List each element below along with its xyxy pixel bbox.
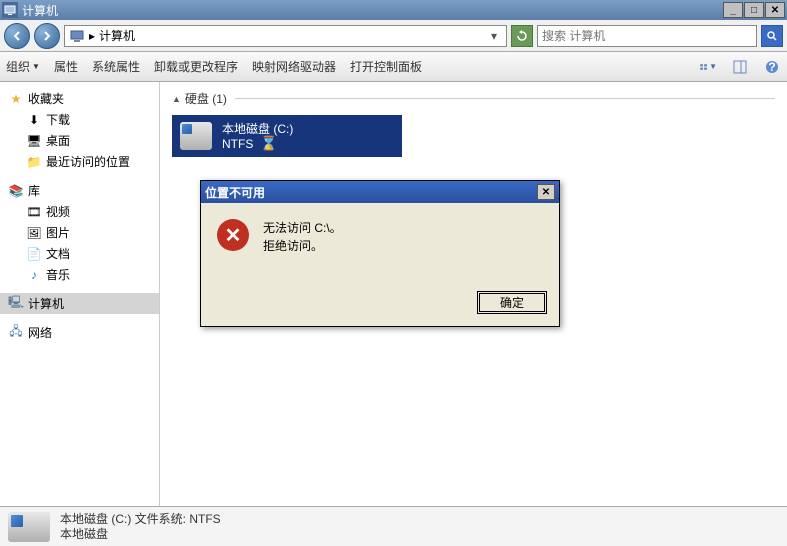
help-icon[interactable]: ? bbox=[763, 58, 781, 76]
dialog-ok-button[interactable]: 确定 bbox=[477, 291, 547, 314]
address-dropdown-icon[interactable]: ▾ bbox=[486, 29, 502, 43]
forward-button[interactable] bbox=[34, 23, 60, 49]
window-title: 计算机 bbox=[22, 2, 723, 19]
minimize-button[interactable]: _ bbox=[723, 2, 743, 18]
sidebar-recent[interactable]: 📁最近访问的位置 bbox=[0, 151, 159, 172]
picture-icon: 🖼 bbox=[26, 225, 42, 241]
music-icon: ♪ bbox=[26, 267, 42, 283]
status-hdd-icon bbox=[8, 512, 50, 542]
system-properties-button[interactable]: 系统属性 bbox=[92, 58, 140, 75]
drive-fs: NTFS bbox=[222, 137, 253, 151]
navigation-bar: ▸ 计算机 ▾ bbox=[0, 20, 787, 52]
close-button[interactable]: ✕ bbox=[765, 2, 785, 18]
computer-icon bbox=[2, 2, 18, 18]
dialog-line1: 无法访问 C:\。 bbox=[263, 219, 342, 237]
control-panel-button[interactable]: 打开控制面板 bbox=[350, 58, 422, 75]
address-text: 计算机 bbox=[99, 27, 486, 44]
dialog-close-button[interactable]: ✕ bbox=[537, 184, 555, 200]
properties-button[interactable]: 属性 bbox=[54, 58, 78, 75]
document-icon: 📄 bbox=[26, 246, 42, 262]
search-go-button[interactable] bbox=[761, 25, 783, 47]
window-titlebar: 计算机 _ □ ✕ bbox=[0, 0, 787, 20]
address-computer-icon bbox=[69, 28, 85, 44]
back-button[interactable] bbox=[4, 23, 30, 49]
dialog-line2: 拒绝访问。 bbox=[263, 237, 342, 255]
error-icon: ✕ bbox=[217, 219, 249, 251]
dialog-title: 位置不可用 bbox=[205, 184, 537, 201]
drive-name: 本地磁盘 (C:) bbox=[222, 122, 293, 136]
video-icon: 🎞 bbox=[26, 204, 42, 220]
status-line2: 本地磁盘 bbox=[60, 527, 221, 542]
status-line1: 本地磁盘 (C:) 文件系统: NTFS bbox=[60, 512, 221, 527]
sidebar-pictures[interactable]: 🖼图片 bbox=[0, 222, 159, 243]
search-bar[interactable] bbox=[537, 25, 757, 47]
sidebar-network[interactable]: 🖧网络 bbox=[0, 322, 159, 343]
download-icon: ⬇ bbox=[26, 112, 42, 128]
recent-icon: 📁 bbox=[26, 154, 42, 170]
sidebar-libraries[interactable]: 📚库 bbox=[0, 180, 159, 201]
sidebar-music[interactable]: ♪音乐 bbox=[0, 264, 159, 285]
error-dialog: 位置不可用 ✕ ✕ 无法访问 C:\。 拒绝访问。 确定 bbox=[200, 180, 560, 327]
dialog-message: 无法访问 C:\。 拒绝访问。 bbox=[263, 219, 342, 267]
sidebar-videos[interactable]: 🎞视频 bbox=[0, 201, 159, 222]
dialog-titlebar: 位置不可用 ✕ bbox=[201, 181, 559, 203]
drive-c[interactable]: 本地磁盘 (C:) NTFS ⌛ bbox=[172, 115, 402, 157]
svg-text:?: ? bbox=[768, 60, 775, 74]
preview-pane-icon[interactable] bbox=[731, 58, 749, 76]
uninstall-button[interactable]: 卸载或更改程序 bbox=[154, 58, 238, 75]
refresh-button[interactable] bbox=[511, 25, 533, 47]
computer-icon: 🖳 bbox=[8, 296, 24, 312]
hourglass-icon: ⌛ bbox=[260, 135, 277, 151]
sidebar-downloads[interactable]: ⬇下载 bbox=[0, 109, 159, 130]
sidebar-favorites[interactable]: ★收藏夹 bbox=[0, 88, 159, 109]
network-icon: 🖧 bbox=[8, 325, 24, 341]
command-toolbar: 组织▼ 属性 系统属性 卸载或更改程序 映射网络驱动器 打开控制面板 ▼ ? bbox=[0, 52, 787, 82]
maximize-button[interactable]: □ bbox=[744, 2, 764, 18]
map-drive-button[interactable]: 映射网络驱动器 bbox=[252, 58, 336, 75]
sidebar-documents[interactable]: 📄文档 bbox=[0, 243, 159, 264]
organize-menu[interactable]: 组织▼ bbox=[6, 58, 40, 75]
view-options-icon[interactable]: ▼ bbox=[699, 58, 717, 76]
library-icon: 📚 bbox=[8, 183, 24, 199]
star-icon: ★ bbox=[8, 91, 24, 107]
address-bar[interactable]: ▸ 计算机 ▾ bbox=[64, 25, 507, 47]
address-prefix: ▸ bbox=[89, 29, 95, 43]
search-input[interactable] bbox=[542, 29, 752, 43]
collapse-icon[interactable]: ▲ bbox=[172, 94, 181, 104]
section-label: 硬盘 (1) bbox=[185, 90, 227, 107]
sidebar-desktop[interactable]: 🖥桌面 bbox=[0, 130, 159, 151]
section-header: ▲ 硬盘 (1) bbox=[172, 90, 775, 107]
sidebar-computer[interactable]: 🖳计算机 bbox=[0, 293, 159, 314]
navigation-pane: ★收藏夹 ⬇下载 🖥桌面 📁最近访问的位置 📚库 🎞视频 🖼图片 📄文档 ♪音乐… bbox=[0, 82, 160, 506]
status-bar: 本地磁盘 (C:) 文件系统: NTFS 本地磁盘 bbox=[0, 506, 787, 546]
hdd-icon bbox=[180, 122, 212, 150]
desktop-icon: 🖥 bbox=[26, 133, 42, 149]
